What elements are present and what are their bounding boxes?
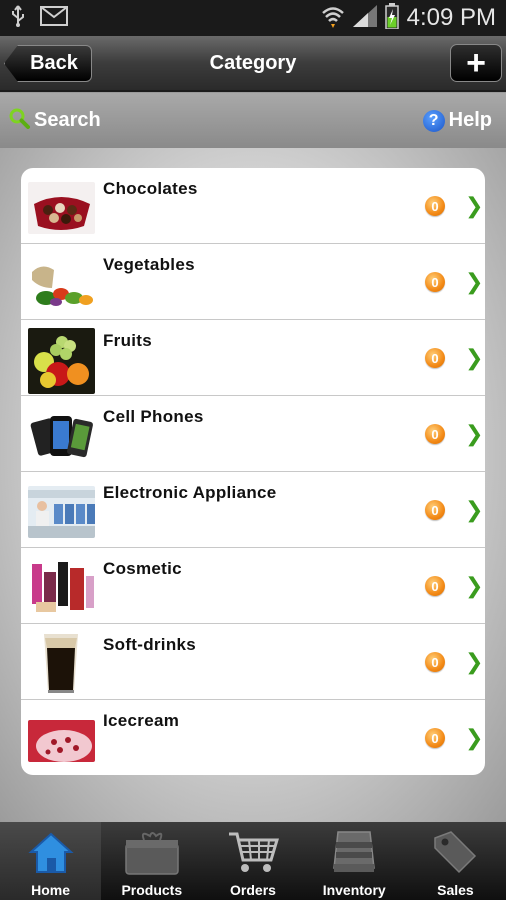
search-button[interactable]: Search xyxy=(8,107,101,135)
help-label: Help xyxy=(448,109,492,131)
products-icon xyxy=(124,828,180,881)
soft-drinks-image xyxy=(28,630,95,696)
info-icon[interactable]: 0 xyxy=(425,652,445,672)
category-list: Chocolates 0 ❯ Vegetables 0 ❯ Fruits 0 ❯… xyxy=(21,168,485,775)
list-item[interactable]: Vegetables 0 ❯ xyxy=(21,244,485,320)
tab-sales[interactable]: Sales xyxy=(405,822,506,900)
tab-inventory[interactable]: Inventory xyxy=(304,822,405,900)
category-label: Chocolates xyxy=(103,179,198,198)
search-icon xyxy=(8,107,30,135)
page-title: Category xyxy=(209,51,297,74)
category-label: Icecream xyxy=(103,711,180,730)
tab-home[interactable]: Home xyxy=(0,822,102,900)
list-item[interactable]: Soft-drinks 0 ❯ xyxy=(21,624,485,700)
category-label: Vegetables xyxy=(103,255,195,274)
inventory-icon xyxy=(330,828,378,881)
tab-orders[interactable]: Orders xyxy=(202,822,303,900)
chevron-right-icon[interactable]: ❯ xyxy=(465,194,483,219)
category-label: Electronic Appliance xyxy=(103,483,277,502)
chocolates-image xyxy=(28,182,95,234)
tab-label: Products xyxy=(121,882,183,898)
tag-icon xyxy=(431,828,479,881)
chevron-right-icon[interactable]: ❯ xyxy=(465,346,483,371)
chevron-right-icon[interactable]: ❯ xyxy=(465,498,483,523)
cell-phones-image xyxy=(28,410,95,462)
info-icon[interactable]: 0 xyxy=(425,196,445,216)
list-item[interactable]: Electronic Appliance 0 ❯ xyxy=(21,472,485,548)
cosmetic-image xyxy=(28,558,95,616)
back-button[interactable]: Back xyxy=(4,45,92,82)
tab-label: Home xyxy=(31,882,71,898)
info-icon[interactable]: 0 xyxy=(425,348,445,368)
tab-label: Inventory xyxy=(322,882,386,898)
list-item[interactable]: Fruits 0 ❯ xyxy=(21,320,485,396)
category-label: Cell Phones xyxy=(103,407,204,426)
plus-icon: + xyxy=(466,44,486,82)
add-category-button[interactable]: + xyxy=(450,44,502,82)
vegetables-image xyxy=(28,258,95,310)
chevron-right-icon[interactable]: ❯ xyxy=(465,650,483,675)
list-item[interactable]: Cell Phones 0 ❯ xyxy=(21,396,485,472)
search-label: Search xyxy=(34,109,101,131)
fruits-image xyxy=(28,328,95,394)
help-icon: ? xyxy=(422,109,445,132)
chevron-right-icon[interactable]: ❯ xyxy=(465,422,483,447)
wifi-icon xyxy=(321,4,345,33)
info-icon[interactable]: 0 xyxy=(425,424,445,444)
usb-icon xyxy=(10,4,26,33)
info-icon[interactable]: 0 xyxy=(425,728,445,748)
info-icon[interactable]: 0 xyxy=(425,576,445,596)
list-item[interactable]: Cosmetic 0 ❯ xyxy=(21,548,485,624)
info-icon[interactable]: 0 xyxy=(425,500,445,520)
signal-icon xyxy=(352,4,377,32)
bottom-tab-bar: Home Products Orders Inventory Sales xyxy=(0,822,506,900)
list-item[interactable]: Icecream 0 ❯ xyxy=(21,700,485,775)
list-item[interactable]: Chocolates 0 ❯ xyxy=(21,168,485,244)
help-button[interactable]: ? Help xyxy=(422,109,492,132)
chevron-right-icon[interactable]: ❯ xyxy=(465,726,483,751)
electronic-appliance-image xyxy=(28,486,95,538)
title-bar: Back Category + xyxy=(0,36,506,92)
tab-label: Sales xyxy=(437,882,474,898)
search-help-bar: Search ? Help xyxy=(0,93,506,148)
icecream-image xyxy=(28,720,95,762)
status-time: 4:09 PM xyxy=(406,4,496,31)
category-label: Fruits xyxy=(103,331,153,350)
mail-icon xyxy=(40,5,68,31)
tab-products[interactable]: Products xyxy=(101,822,202,900)
status-bar: 4:09 PM xyxy=(0,0,506,36)
tab-label: Orders xyxy=(230,882,276,898)
chevron-right-icon[interactable]: ❯ xyxy=(465,270,483,295)
category-label: Soft-drinks xyxy=(103,635,197,654)
home-icon xyxy=(27,828,75,881)
cart-icon xyxy=(227,828,280,879)
chevron-right-icon[interactable]: ❯ xyxy=(465,574,483,599)
battery-charging-icon xyxy=(384,2,399,34)
category-label: Cosmetic xyxy=(103,559,182,578)
info-icon[interactable]: 0 xyxy=(425,272,445,292)
